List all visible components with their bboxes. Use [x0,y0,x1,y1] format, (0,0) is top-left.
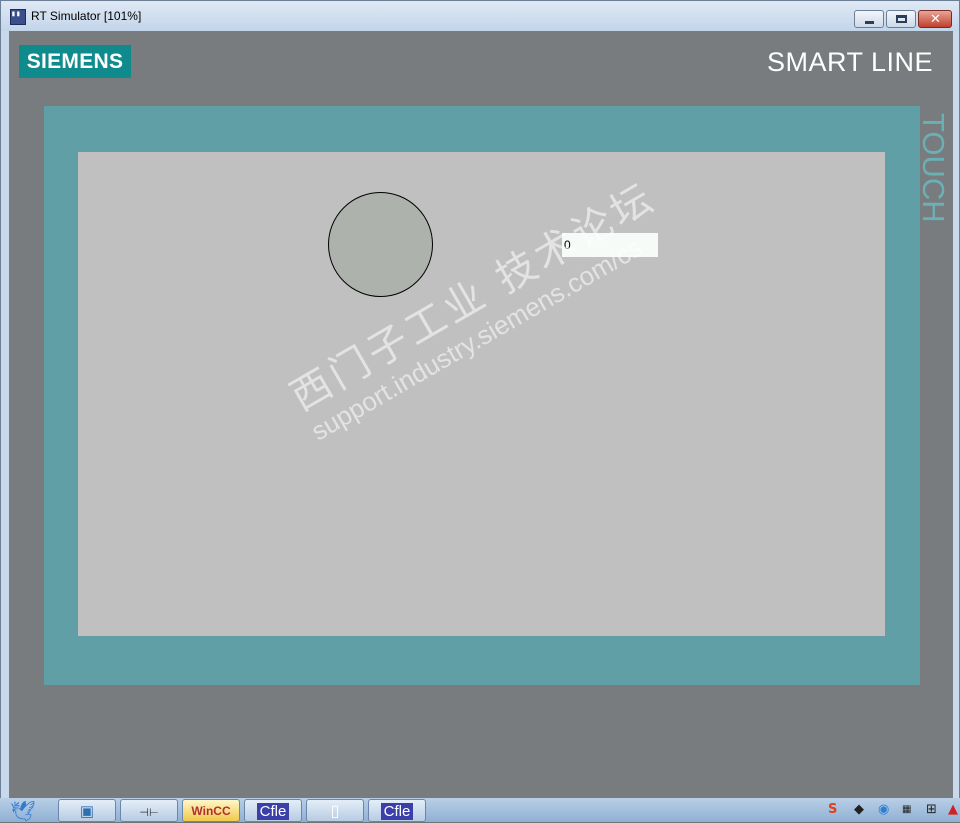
start-bird-icon: 🕊 [10,799,36,823]
title-bar[interactable]: ▮▮ RT Simulator [101%] ✕ [1,1,959,31]
rt-simulator-window: ▮▮ RT Simulator [101%] ✕ SIEMENS SMART L… [0,0,960,799]
system-tray: S ◆ ◉ ▦ ⊞ ▲ [820,798,960,822]
ladder-editor-icon: ⊣⊢ [139,807,159,819]
taskbar-item-explorer[interactable]: ▣ [58,799,116,822]
tray-icon[interactable]: ◉ [878,801,889,819]
product-line-label: SMART LINE [766,47,933,77]
wincc-flexible-label: Cfle [256,803,290,820]
minimize-button[interactable] [854,10,884,28]
window-title: RT Simulator [101%] [31,9,142,23]
window-border-left [1,31,9,799]
document-icon: ▯ [330,803,340,820]
network-icon[interactable]: ⊞ [926,801,937,819]
taskbar-item-document[interactable]: ▯ [306,799,364,822]
close-button[interactable]: ✕ [918,10,952,28]
hmi-screen[interactable]: 0 西门子工业 技术论坛 support.industry.siemens.co… [78,152,885,636]
tray-icon[interactable]: ◆ [854,801,864,819]
restore-icon [896,15,907,23]
watermark-cn: 西门子工业 技术论坛 [283,174,664,421]
wincc-flexible-label: Cfle [380,803,414,820]
siemens-logo: SIEMENS [19,45,131,78]
taskbar: 🕊 ▣ ⊣⊢ WinCC Cfle ▯ Cfle S ◆ ◉ ▦ ⊞ ▲ [0,798,960,822]
wincc-label: WinCC [191,804,231,818]
tray-icon[interactable]: ▲ [948,801,958,819]
tray-icon[interactable]: ▦ [902,801,911,819]
start-button[interactable]: 🕊 [0,798,48,822]
taskbar-item-wincc[interactable]: WinCC [182,799,240,822]
circle-indicator[interactable] [328,192,433,297]
restore-button[interactable] [886,10,916,28]
minimize-icon [865,21,874,24]
close-icon: ✕ [930,12,941,27]
taskbar-item-ladder[interactable]: ⊣⊢ [120,799,178,822]
hmi-device: SIEMENS SMART LINE TOUCH 0 西门子工业 技术论坛 su… [9,31,953,799]
app-icon: ▮▮ [10,9,26,25]
explorer-icon: ▣ [79,803,95,820]
io-field[interactable]: 0 [562,233,658,257]
sogou-input-icon[interactable]: S [828,801,837,819]
touch-label: TOUCH [916,113,951,223]
taskbar-item-wincc-flexible-1[interactable]: Cfle [244,799,302,822]
taskbar-item-wincc-flexible-2[interactable]: Cfle [368,799,426,822]
watermark: 西门子工业 技术论坛 support.industry.siemens.com/… [278,152,720,447]
